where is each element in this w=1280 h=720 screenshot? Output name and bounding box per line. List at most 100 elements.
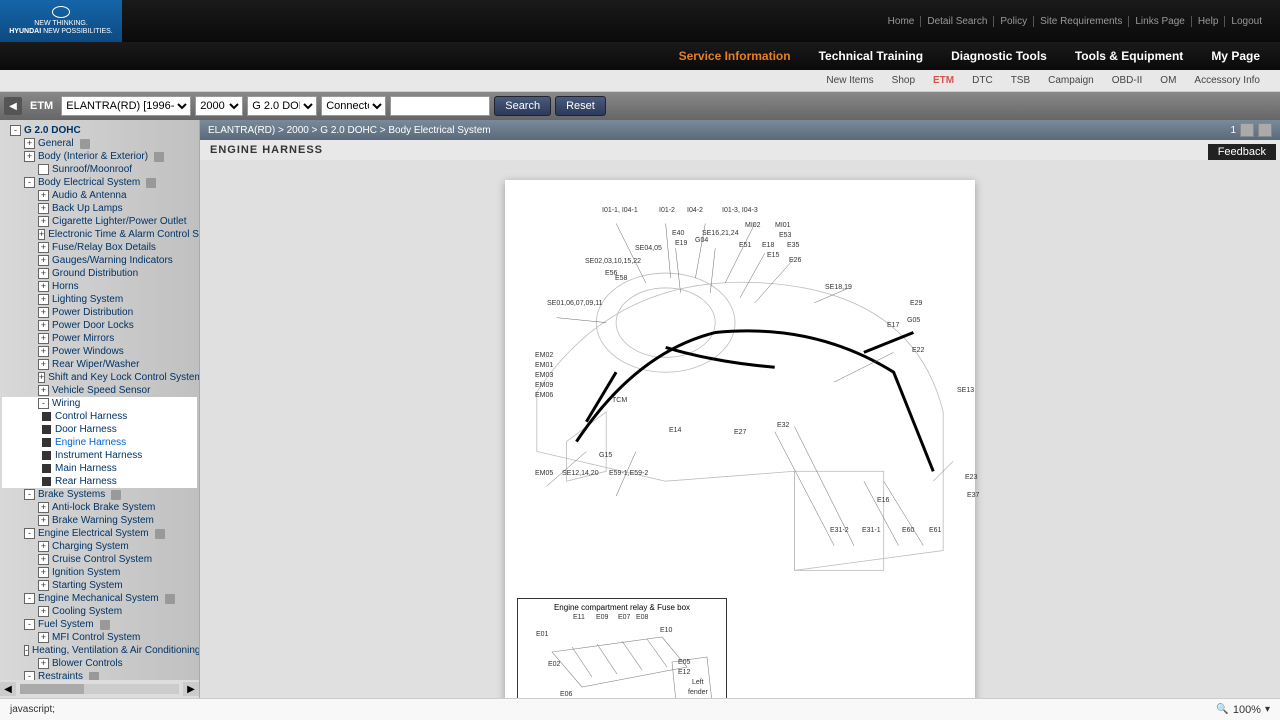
conn-label: E53: [779, 232, 791, 239]
tree-item[interactable]: Engine Harness: [2, 436, 197, 449]
tree-item[interactable]: +MFI Control System: [2, 631, 197, 644]
tree-item[interactable]: +Brake Warning System: [2, 514, 197, 527]
tree-item[interactable]: +Back Up Lamps: [2, 202, 197, 215]
top-link[interactable]: Links Page: [1129, 16, 1191, 27]
subnav-item[interactable]: Shop: [892, 75, 915, 86]
search-input[interactable]: [390, 96, 490, 116]
tree-item[interactable]: -Body Electrical System: [2, 176, 197, 189]
toolbar: ◀ ETM ELANTRA(RD) [1996-2000] 2000 G 2.0…: [0, 92, 1280, 120]
tree-item[interactable]: +Ignition System: [2, 566, 197, 579]
zoom-control[interactable]: 🔍 100% ▾: [1216, 704, 1270, 716]
vehicle-select[interactable]: ELANTRA(RD) [1996-2000]: [61, 96, 191, 116]
tree-item[interactable]: +Starting System: [2, 579, 197, 592]
tree-item[interactable]: Sunroof/Moonroof: [2, 163, 197, 176]
tree-item[interactable]: +Audio & Antenna: [2, 189, 197, 202]
subnav-item[interactable]: New Items: [826, 75, 873, 86]
tree-item[interactable]: -Heating, Ventilation & Air Conditioning: [2, 644, 197, 657]
reset-button[interactable]: Reset: [555, 96, 606, 116]
tree-item[interactable]: +Electronic Time & Alarm Control System …: [2, 228, 197, 241]
nav-item[interactable]: Technical Training: [819, 49, 923, 63]
brand-line1: NEW THINKING.: [34, 20, 88, 27]
top-link[interactable]: Site Requirements: [1034, 16, 1129, 27]
tree-item[interactable]: +Fuse/Relay Box Details: [2, 241, 197, 254]
top-link[interactable]: Detail Search: [921, 16, 994, 27]
tree-item[interactable]: +Cruise Control System: [2, 553, 197, 566]
next-page-icon[interactable]: [1258, 123, 1272, 137]
sub-note: fender: [688, 689, 708, 696]
tree-item[interactable]: Rear Harness: [2, 475, 197, 488]
brand-logo[interactable]: NEW THINKING. HYUNDAI NEW POSSIBILITIES.: [0, 0, 122, 42]
engine-harness-diagram: I01-1, I04-1 I01-2 I04-2 I01-3, I04-3 MI…: [517, 192, 963, 592]
feedback-button[interactable]: Feedback: [1208, 144, 1276, 160]
scroll-left[interactable]: ◀: [0, 682, 16, 696]
top-link[interactable]: Policy: [994, 16, 1034, 27]
tree-item[interactable]: -Brake Systems: [2, 488, 197, 501]
subnav-item[interactable]: OBD-II: [1112, 75, 1143, 86]
tree-item[interactable]: -Fuel System: [2, 618, 197, 631]
tree-item[interactable]: -Engine Mechanical System: [2, 592, 197, 605]
nav-item[interactable]: Service Information: [679, 49, 791, 63]
top-link[interactable]: Logout: [1225, 16, 1268, 27]
subnav-item[interactable]: OM: [1160, 75, 1176, 86]
tree-item[interactable]: Main Harness: [2, 462, 197, 475]
tree-item[interactable]: +Power Windows: [2, 345, 197, 358]
conn-label: E15: [767, 252, 779, 259]
scroll-track[interactable]: [20, 684, 179, 694]
tree-item[interactable]: -Wiring: [2, 397, 197, 410]
tree-item[interactable]: +Cigarette Lighter/Power Outlet: [2, 215, 197, 228]
tree-item[interactable]: +Body (Interior & Exterior): [2, 150, 197, 163]
tree-item[interactable]: +General: [2, 137, 197, 150]
top-link[interactable]: Help: [1192, 16, 1226, 27]
tree-item[interactable]: +Ground Distribution: [2, 267, 197, 280]
status-text: javascript;: [10, 704, 55, 715]
tree-item[interactable]: Control Harness: [2, 410, 197, 423]
conn-label: I01-2: [659, 207, 675, 214]
nav-item[interactable]: Diagnostic Tools: [951, 49, 1047, 63]
sub-note: Left: [692, 679, 704, 686]
tree-item[interactable]: +Cooling System: [2, 605, 197, 618]
subnav-item[interactable]: Campaign: [1048, 75, 1094, 86]
tree-root[interactable]: -G 2.0 DOHC: [2, 124, 197, 137]
tree-item[interactable]: +Shift and Key Lock Control System: [2, 371, 197, 384]
tree-item[interactable]: +Power Distribution: [2, 306, 197, 319]
search-button[interactable]: Search: [494, 96, 551, 116]
nav-item[interactable]: My Page: [1211, 49, 1260, 63]
scroll-right[interactable]: ▶: [183, 682, 199, 696]
engine-select[interactable]: G 2.0 DOHC: [247, 96, 317, 116]
brand-line3: NEW POSSIBILITIES.: [43, 28, 113, 35]
subnav-item[interactable]: ETM: [933, 75, 954, 86]
year-select[interactable]: 2000: [195, 96, 243, 116]
subnav-item[interactable]: DTC: [972, 75, 993, 86]
tree-item[interactable]: +Power Mirrors: [2, 332, 197, 345]
tree-item[interactable]: +Blower Controls: [2, 657, 197, 670]
diagram-area[interactable]: I01-1, I04-1 I01-2 I04-2 I01-3, I04-3 MI…: [200, 160, 1280, 698]
prev-page-icon[interactable]: [1240, 123, 1254, 137]
nav-item[interactable]: Tools & Equipment: [1075, 49, 1183, 63]
conn-label: E22: [912, 347, 924, 354]
tree-item[interactable]: Instrument Harness: [2, 449, 197, 462]
tree-item[interactable]: Door Harness: [2, 423, 197, 436]
conn-label: E35: [787, 242, 799, 249]
back-button[interactable]: ◀: [4, 97, 22, 115]
page-number: 1: [1230, 125, 1236, 136]
subnav-item[interactable]: TSB: [1011, 75, 1030, 86]
tree-item[interactable]: +Rear Wiper/Washer: [2, 358, 197, 371]
top-link[interactable]: Home: [882, 16, 922, 27]
tree-item[interactable]: +Vehicle Speed Sensor: [2, 384, 197, 397]
tree-item[interactable]: +Charging System: [2, 540, 197, 553]
group-select[interactable]: Connector: [321, 96, 386, 116]
conn-label: E19: [675, 240, 687, 247]
tree-item[interactable]: -Engine Electrical System: [2, 527, 197, 540]
content-area: ELANTRA(RD) > 2000 > G 2.0 DOHC > Body E…: [200, 120, 1280, 698]
tree-item[interactable]: +Lighting System: [2, 293, 197, 306]
tree-item[interactable]: +Gauges/Warning Indicators: [2, 254, 197, 267]
conn-label: E40: [672, 230, 684, 237]
conn-label: MI02: [745, 222, 761, 229]
tree-item[interactable]: +Anti-lock Brake System: [2, 501, 197, 514]
tree-item[interactable]: +Horns: [2, 280, 197, 293]
subnav-item[interactable]: Accessory Info: [1194, 75, 1260, 86]
tree-item[interactable]: +Power Door Locks: [2, 319, 197, 332]
conn-label: G15: [599, 452, 612, 459]
conn-label: E61: [929, 527, 941, 534]
sub-title: Engine compartment relay & Fuse box: [522, 603, 722, 612]
